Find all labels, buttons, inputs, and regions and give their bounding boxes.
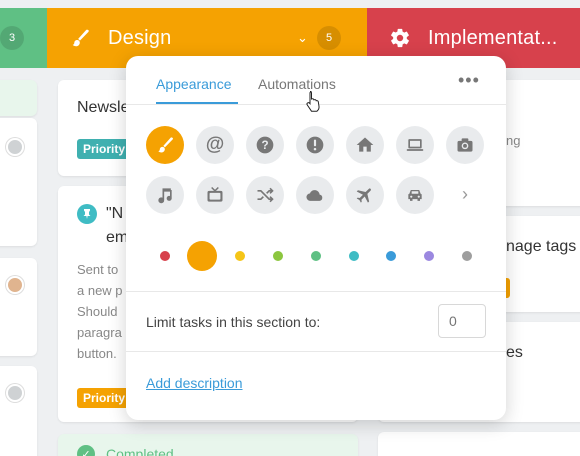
exclamation-icon[interactable] (296, 126, 334, 164)
divider (126, 291, 506, 292)
task-count-badge: 3 (0, 26, 24, 50)
color-swatch-lime[interactable] (273, 251, 283, 261)
add-description-link[interactable]: Add description (146, 375, 243, 391)
color-swatch-purple[interactable] (424, 251, 434, 261)
car-icon[interactable] (396, 176, 434, 214)
laptop-icon[interactable] (396, 126, 434, 164)
color-swatch-yellow[interactable] (235, 251, 245, 261)
airplane-icon[interactable] (346, 176, 384, 214)
svg-text:?: ? (261, 139, 268, 152)
avatar (6, 138, 24, 156)
card-title: Newsle (77, 99, 130, 116)
avatar (6, 276, 24, 294)
home-icon[interactable] (346, 126, 384, 164)
divider (126, 351, 506, 352)
color-swatch-gray[interactable] (462, 251, 472, 261)
card-title: es (506, 344, 523, 361)
color-swatch-green[interactable] (311, 251, 321, 261)
color-swatch-orange-selected[interactable] (187, 241, 217, 271)
color-swatch-red[interactable] (160, 251, 170, 261)
check-icon: ✓ (77, 445, 95, 456)
card-title-line1: "N (106, 205, 124, 222)
music-note-icon[interactable] (146, 176, 184, 214)
card-left-3[interactable] (0, 366, 37, 456)
priority-tag[interactable]: Priority (77, 388, 132, 408)
question-icon[interactable]: ? (246, 126, 284, 164)
board-view: 3 Design ⌄ 5 Implementat... Newsle Prior… (0, 0, 580, 456)
chevron-down-icon[interactable]: ⌄ (297, 30, 308, 46)
column-title: Design (108, 27, 172, 49)
camera-icon[interactable] (446, 126, 484, 164)
pin-icon (77, 204, 97, 224)
more-options-button[interactable]: ••• (458, 70, 480, 91)
hand-cursor-icon (306, 91, 320, 112)
chevron-right-icon[interactable]: › (458, 184, 472, 204)
task-card-completed[interactable]: ✓ Completed (58, 434, 358, 456)
limit-tasks-label: Limit tasks in this section to: (146, 314, 321, 330)
card-left-2[interactable] (0, 258, 37, 356)
limit-tasks-input[interactable] (438, 304, 486, 338)
cloud-icon[interactable] (296, 176, 334, 214)
card-left-top[interactable] (0, 80, 37, 116)
card-description: Sent to a new p Should paragra button. (77, 262, 123, 361)
task-count-badge: 5 (317, 26, 341, 50)
tab-automations[interactable]: Automations (258, 76, 336, 92)
tv-icon[interactable] (196, 176, 234, 214)
avatar (6, 384, 24, 402)
brush-icon (69, 27, 91, 49)
column-title: Implementat... (428, 27, 558, 49)
gear-icon (389, 27, 411, 49)
card-left-1[interactable] (0, 118, 37, 246)
shuffle-icon[interactable] (246, 176, 284, 214)
color-swatch-blue[interactable] (386, 251, 396, 261)
priority-tag[interactable]: Priority (77, 139, 132, 159)
brush-icon[interactable] (146, 126, 184, 164)
card-text: ng (506, 133, 521, 148)
at-sign-icon[interactable]: @ (196, 126, 234, 164)
card-title: nage tags (506, 238, 577, 255)
task-card-right-4[interactable] (378, 432, 580, 456)
tab-appearance[interactable]: Appearance (156, 76, 232, 92)
completed-label: Completed (106, 446, 174, 456)
color-swatch-teal[interactable] (349, 251, 359, 261)
card-title-line2: em (106, 229, 129, 246)
column-header-left[interactable]: 3 (0, 8, 47, 68)
